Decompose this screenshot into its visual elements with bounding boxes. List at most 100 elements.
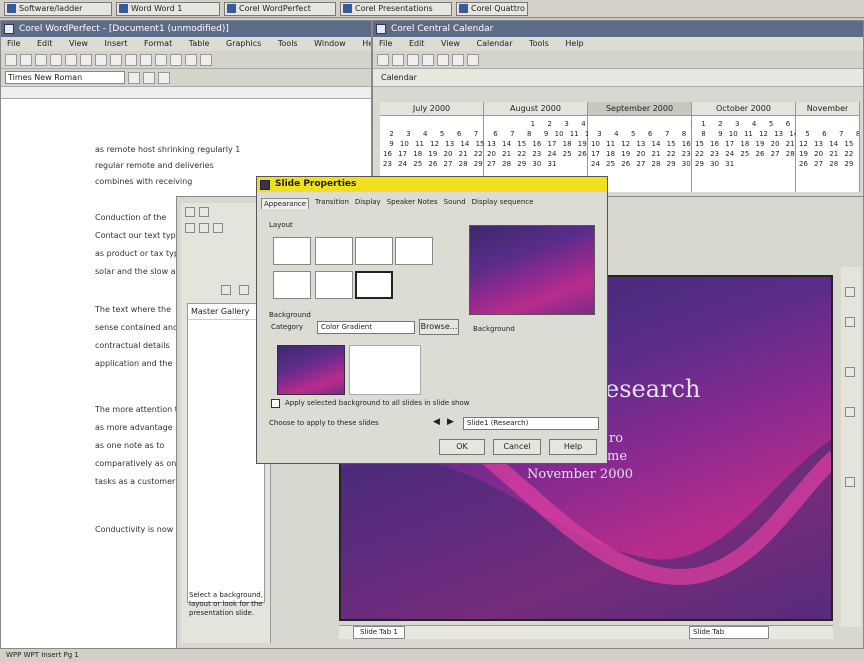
menu-tools[interactable]: Tools bbox=[278, 39, 298, 48]
layout-label: Layout bbox=[269, 221, 293, 229]
menu-calendar[interactable]: Calendar bbox=[477, 39, 513, 48]
calendar-month[interactable]: October 2000 1 2 3 4 5 6 7 8 9 10 11 12 … bbox=[692, 102, 807, 192]
chart-icon[interactable] bbox=[199, 223, 209, 233]
print-icon[interactable] bbox=[50, 53, 62, 66]
layout-thumb[interactable] bbox=[273, 271, 311, 299]
align-icon[interactable] bbox=[845, 407, 855, 417]
menu-view[interactable]: View bbox=[69, 39, 88, 48]
table-icon[interactable] bbox=[185, 53, 197, 66]
print-icon[interactable] bbox=[407, 53, 419, 66]
apply-all-checkbox[interactable] bbox=[271, 399, 280, 408]
zoom-in-icon[interactable] bbox=[845, 287, 855, 297]
calendar-titlebar: Corel Central Calendar bbox=[373, 21, 863, 37]
copy-icon[interactable] bbox=[80, 53, 92, 66]
tab-sound[interactable]: Sound bbox=[444, 198, 466, 209]
menu-tools[interactable]: Tools bbox=[529, 39, 549, 48]
view-selector[interactable]: Slide Tab bbox=[689, 626, 769, 639]
zoom-out-icon[interactable] bbox=[845, 317, 855, 327]
slide-title[interactable]: esearch bbox=[605, 375, 700, 403]
tab-appearance[interactable]: Appearance bbox=[261, 198, 310, 209]
layout-thumb[interactable] bbox=[395, 237, 433, 265]
paste-icon[interactable] bbox=[95, 53, 107, 66]
layers-icon[interactable] bbox=[845, 477, 855, 487]
help-button[interactable]: Help bbox=[549, 439, 597, 455]
slide-subtitle-2[interactable]: me bbox=[607, 449, 627, 464]
menu-edit[interactable]: Edit bbox=[37, 39, 53, 48]
app-icon bbox=[119, 4, 128, 13]
open-icon[interactable] bbox=[20, 53, 32, 66]
cancel-button[interactable]: Cancel bbox=[493, 439, 541, 455]
task-button-4[interactable]: Corel Quattro bbox=[456, 2, 528, 16]
menu-window[interactable]: Window bbox=[314, 39, 346, 48]
month-view-icon[interactable] bbox=[452, 53, 464, 66]
cut-icon[interactable] bbox=[65, 53, 77, 66]
slide-tab-bar: Slide Tab 1 Slide Tab bbox=[339, 625, 833, 639]
menu-file[interactable]: File bbox=[379, 39, 392, 48]
slide-tab[interactable]: Slide Tab 1 bbox=[353, 626, 405, 639]
pointer-icon[interactable] bbox=[185, 207, 195, 217]
layout-thumb-selected[interactable] bbox=[355, 271, 393, 299]
slide-subtitle-1[interactable]: ro bbox=[609, 431, 623, 446]
week-view-icon[interactable] bbox=[437, 53, 449, 66]
italic-icon[interactable] bbox=[155, 53, 167, 66]
underline-icon[interactable] bbox=[170, 53, 182, 66]
layout-thumb[interactable] bbox=[315, 271, 353, 299]
justify-icon[interactable] bbox=[158, 71, 170, 84]
layout-thumb[interactable] bbox=[315, 237, 353, 265]
menu-format[interactable]: Format bbox=[144, 39, 172, 48]
font-size-icon[interactable] bbox=[143, 71, 155, 84]
panel-box: Master Gallery bbox=[187, 303, 265, 603]
undo-icon[interactable] bbox=[110, 53, 122, 66]
day-view-icon[interactable] bbox=[422, 53, 434, 66]
new-event-icon[interactable] bbox=[377, 53, 389, 66]
undo-icon[interactable] bbox=[221, 285, 231, 295]
chart-icon[interactable] bbox=[200, 53, 212, 66]
layout-thumb[interactable] bbox=[355, 237, 393, 265]
redo-icon[interactable] bbox=[125, 53, 137, 66]
browse-button[interactable]: Browse... bbox=[419, 319, 459, 335]
chevron-down-icon[interactable] bbox=[128, 71, 140, 84]
search-icon[interactable] bbox=[467, 53, 479, 66]
category-select[interactable]: Color Gradient bbox=[317, 321, 415, 334]
writer-menubar: File Edit View Insert Format Table Graph… bbox=[1, 37, 371, 51]
image-icon[interactable] bbox=[213, 223, 223, 233]
menu-help[interactable]: Help bbox=[565, 39, 583, 48]
background-swatch-selected[interactable] bbox=[277, 345, 345, 395]
save-icon[interactable] bbox=[35, 53, 47, 66]
redo-icon[interactable] bbox=[239, 285, 249, 295]
ok-button[interactable]: OK bbox=[439, 439, 485, 455]
bold-icon[interactable] bbox=[140, 53, 152, 66]
writer-toolbar bbox=[1, 51, 371, 69]
doc-line: regular remote and deliveries bbox=[95, 161, 214, 170]
menu-view[interactable]: View bbox=[441, 39, 460, 48]
task-button-0[interactable]: Software/ladder bbox=[4, 2, 112, 16]
background-swatch[interactable] bbox=[349, 345, 421, 395]
menu-insert[interactable]: Insert bbox=[105, 39, 128, 48]
shape-icon[interactable] bbox=[185, 223, 195, 233]
menu-file[interactable]: File bbox=[7, 39, 20, 48]
grid-icon[interactable] bbox=[845, 367, 855, 377]
slide-select[interactable]: Slide1 (Research) bbox=[463, 417, 599, 430]
slide-subtitle-3[interactable]: November 2000 bbox=[527, 467, 633, 482]
calendar-subheader: Calendar bbox=[373, 69, 863, 87]
menu-table[interactable]: Table bbox=[189, 39, 210, 48]
task-button-2[interactable]: Corel WordPerfect bbox=[224, 2, 336, 16]
tab-display-sequence[interactable]: Display sequence bbox=[472, 198, 534, 209]
delete-icon[interactable] bbox=[392, 53, 404, 66]
tab-display[interactable]: Display bbox=[355, 198, 381, 209]
text-icon[interactable] bbox=[199, 207, 209, 217]
layout-thumb[interactable] bbox=[273, 237, 311, 265]
prev-slide-icon[interactable]: ◀ bbox=[433, 417, 440, 427]
menu-help[interactable]: Help bbox=[362, 39, 371, 48]
font-box[interactable]: Times New Roman bbox=[5, 71, 125, 84]
task-button-3[interactable]: Corel Presentations bbox=[340, 2, 452, 16]
new-icon[interactable] bbox=[5, 53, 17, 66]
doc-line: application and the bbox=[95, 359, 173, 368]
tab-speaker-notes[interactable]: Speaker Notes bbox=[387, 198, 438, 209]
task-button-1[interactable]: Word Word 1 bbox=[116, 2, 220, 16]
tab-transition[interactable]: Transition bbox=[315, 198, 349, 209]
calendar-month[interactable]: November 1 2 3 4 5 6 7 8 9 10 11 12 13 1… bbox=[796, 102, 860, 192]
next-slide-icon[interactable]: ▶ bbox=[447, 417, 454, 427]
menu-edit[interactable]: Edit bbox=[409, 39, 425, 48]
menu-graphics[interactable]: Graphics bbox=[226, 39, 261, 48]
